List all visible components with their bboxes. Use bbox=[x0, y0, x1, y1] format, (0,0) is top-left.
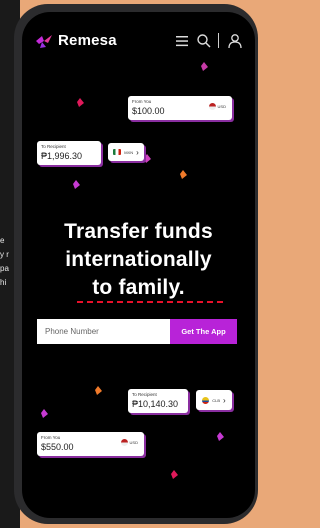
petal-decoration bbox=[144, 154, 151, 163]
petal-decoration bbox=[217, 432, 224, 441]
top-nav: Remesa bbox=[22, 12, 255, 62]
currency-code: USD bbox=[217, 104, 226, 109]
petal-decoration bbox=[73, 180, 80, 189]
hero-line: to family. bbox=[92, 276, 185, 299]
us-flag-icon bbox=[208, 103, 216, 110]
phone-number-input[interactable] bbox=[37, 319, 170, 344]
hero-line: internationally bbox=[65, 248, 212, 271]
card-label: From You bbox=[132, 99, 152, 104]
card-amount: ₱10,140.30 bbox=[132, 399, 179, 409]
card-label: From You bbox=[41, 435, 61, 440]
card-amount: $100.00 bbox=[132, 106, 165, 116]
user-icon[interactable] bbox=[227, 33, 243, 49]
petal-decoration bbox=[41, 409, 48, 418]
remesa-logo-icon bbox=[36, 35, 52, 48]
card-label: To Recipient bbox=[41, 144, 66, 149]
amount-card-from: From You $100.00 USD bbox=[128, 96, 232, 120]
card-amount: ₱1,996.30 bbox=[41, 151, 83, 161]
brand-name[interactable]: Remesa bbox=[58, 32, 117, 49]
petal-decoration bbox=[201, 62, 208, 71]
card-label: To Recipient bbox=[132, 392, 157, 397]
mx-flag-icon bbox=[113, 149, 122, 155]
hero-headline: Transfer funds internationally to family… bbox=[22, 218, 255, 302]
co-flag-icon bbox=[202, 396, 210, 404]
chevron-right-icon: › bbox=[136, 147, 139, 157]
currency-code: USD bbox=[129, 440, 138, 445]
menu-icon[interactable] bbox=[174, 33, 190, 49]
petal-decoration bbox=[171, 470, 178, 479]
currency-selector[interactable]: USD bbox=[208, 103, 226, 110]
amount-card-to: To Recipient ₱10,140.30 bbox=[128, 389, 188, 413]
petal-decoration bbox=[77, 98, 84, 107]
hero-line: Transfer funds bbox=[64, 220, 213, 243]
chevron-right-icon: › bbox=[223, 395, 226, 405]
petal-decoration bbox=[180, 170, 187, 179]
us-flag-icon bbox=[120, 439, 128, 446]
search-icon[interactable] bbox=[196, 33, 212, 49]
nav-divider bbox=[218, 33, 219, 48]
currency-selector[interactable]: MXN › bbox=[108, 143, 144, 161]
phone-screen: Remesa From You $100.00 USD To Recipient… bbox=[22, 12, 255, 518]
currency-selector[interactable]: USD bbox=[120, 439, 138, 446]
currency-code: CLB bbox=[212, 397, 221, 403]
currency-code: MXN bbox=[124, 149, 134, 155]
card-amount: $550.00 bbox=[41, 442, 74, 452]
get-the-app-button[interactable]: Get The App bbox=[170, 319, 237, 344]
headline-underline bbox=[77, 301, 223, 303]
currency-selector[interactable]: CLB › bbox=[196, 390, 232, 410]
petal-decoration bbox=[95, 386, 102, 395]
amount-card-to: To Recipient ₱1,996.30 bbox=[37, 141, 101, 165]
background-text: e y r pa hi bbox=[0, 236, 9, 287]
amount-card-from: From You $550.00 USD bbox=[37, 432, 144, 456]
